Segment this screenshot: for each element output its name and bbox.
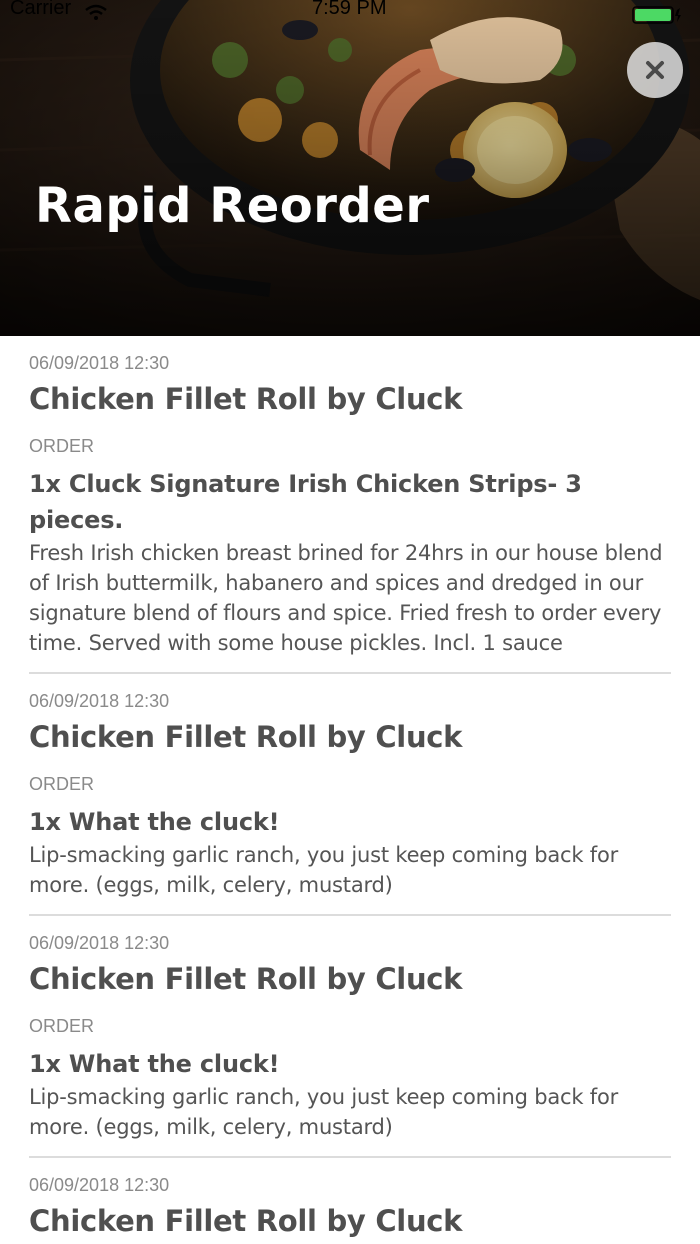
order-date: 06/09/2018 12:30 [29, 1175, 170, 1195]
order-date: 06/09/2018 12:30 [29, 353, 170, 373]
close-button[interactable] [627, 42, 683, 98]
status-bar: Carrier 7:59 PM [0, 0, 700, 24]
wifi-icon [85, 4, 107, 20]
status-time: 7:59 PM [312, 0, 387, 19]
order-item-name: 1x Cluck Signature Irish Chicken Strips-… [29, 470, 582, 534]
order-list-item[interactable]: 06/09/2018 12:30 Chicken Fillet Roll by … [29, 336, 671, 674]
order-date: 06/09/2018 12:30 [29, 691, 170, 711]
header-shade [0, 0, 700, 336]
order-list: 06/09/2018 12:30 Chicken Fillet Roll by … [0, 336, 700, 1241]
order-item-description: Lip-smacking garlic ranch, you just keep… [29, 1085, 619, 1139]
order-restaurant-name: Chicken Fillet Roll by Cluck [29, 1204, 463, 1238]
order-list-item[interactable]: 06/09/2018 12:30 Chicken Fillet Roll by … [29, 1158, 671, 1241]
page-title: Rapid Reorder [35, 178, 430, 234]
order-item-name: 1x What the cluck! [29, 808, 280, 836]
carrier-label: Carrier [10, 0, 72, 19]
order-section-label: ORDER [29, 774, 95, 794]
battery-icon [632, 6, 681, 24]
order-item-description: Fresh Irish chicken breast brined for 24… [29, 541, 663, 655]
header-hero: Rapid Reorder [0, 0, 700, 336]
order-section-label: ORDER [29, 436, 95, 456]
order-item-name: 1x What the cluck! [29, 1050, 280, 1078]
order-section-label: ORDER [29, 1016, 95, 1036]
order-restaurant-name: Chicken Fillet Roll by Cluck [29, 962, 463, 996]
order-list-item[interactable]: 06/09/2018 12:30 Chicken Fillet Roll by … [29, 674, 671, 916]
order-item-description: Lip-smacking garlic ranch, you just keep… [29, 843, 619, 897]
order-restaurant-name: Chicken Fillet Roll by Cluck [29, 382, 463, 416]
order-date: 06/09/2018 12:30 [29, 933, 170, 953]
order-restaurant-name: Chicken Fillet Roll by Cluck [29, 720, 463, 754]
close-icon [646, 61, 664, 79]
rapid-reorder-screen: Rapid Reorder Carrier 7:59 PM 06/09/2018… [0, 0, 700, 1244]
order-list-item[interactable]: 06/09/2018 12:30 Chicken Fillet Roll by … [29, 916, 671, 1158]
